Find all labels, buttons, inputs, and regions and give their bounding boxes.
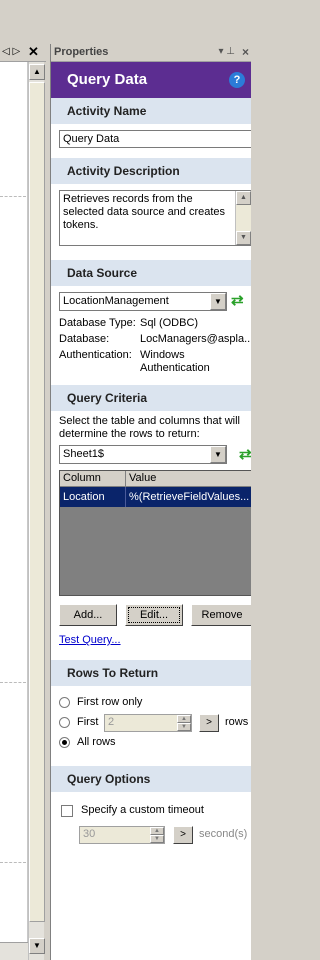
authentication-row: Authentication: Windows Authentication xyxy=(59,349,251,375)
section-query-criteria: Query Criteria xyxy=(51,385,251,411)
database-value: LocManagers@aspla... xyxy=(140,333,251,345)
editor-horizontal-scrollbar[interactable] xyxy=(0,942,28,960)
section-activity-description: Activity Description xyxy=(51,158,251,184)
query-instruction: Select the table and columns that will d… xyxy=(59,415,240,440)
add-button[interactable]: Add... xyxy=(59,604,117,626)
description-text: Retrieves records from the selected data… xyxy=(63,193,226,231)
section-heading: Query Options xyxy=(67,772,151,786)
test-query-link[interactable]: Test Query... xyxy=(59,634,121,646)
panel-close-icon[interactable]: × xyxy=(242,45,249,59)
section-rows-to-return: Rows To Return xyxy=(51,660,251,686)
custom-timeout-option[interactable]: Specify a custom timeout xyxy=(59,802,251,822)
tab-nav-arrows-icon[interactable]: ◁ ▷ xyxy=(2,46,20,57)
grid-header: Column Value xyxy=(60,471,251,487)
section-heading: Activity Name xyxy=(67,104,147,118)
timeout-stepper[interactable]: 30 ▲ ▼ xyxy=(79,826,165,844)
section-heading: Rows To Return xyxy=(67,666,159,680)
section-data-source: Data Source xyxy=(51,260,251,286)
all-rows-option[interactable]: All rows xyxy=(59,734,251,754)
activity-title: Query Data xyxy=(67,71,148,88)
edit-button[interactable]: Edit... xyxy=(125,604,183,626)
refresh-icon[interactable]: ⇄ xyxy=(231,291,244,309)
data-source-value: LocationManagement xyxy=(63,295,169,307)
properties-panel: Properties ▾ ⊥ × Query Data ? Activity N… xyxy=(50,44,251,960)
data-source-select[interactable]: LocationManagement ▼ xyxy=(59,292,227,311)
section-heading: Data Source xyxy=(67,266,138,280)
stepper-down-icon[interactable]: ▼ xyxy=(150,835,164,843)
custom-timeout-label: Specify a custom timeout xyxy=(81,804,204,816)
row-value-cell: %(RetrieveFieldValues... xyxy=(129,491,250,503)
timeout-value: 30 xyxy=(83,828,96,840)
value-header[interactable]: Value xyxy=(126,471,251,486)
first-n-label: First xyxy=(77,716,99,728)
first-n-stepper[interactable]: 2 ▲ ▼ xyxy=(104,714,192,732)
editor-canvas[interactable] xyxy=(0,62,28,942)
db-type-label: Database Type: xyxy=(59,317,136,329)
timeout-suffix: second(s) xyxy=(199,828,248,840)
column-header[interactable]: Column xyxy=(60,471,126,486)
first-row-only-option[interactable]: First row only xyxy=(59,694,251,714)
first-row-only-radio[interactable] xyxy=(59,697,70,708)
description-scrollbar[interactable]: ▲ ▼ xyxy=(235,191,251,245)
scroll-down-icon[interactable]: ▼ xyxy=(29,938,45,954)
scroll-up-icon[interactable]: ▲ xyxy=(29,64,45,80)
editor-edge: ◁ ▷ ✕ ▲ ▼ xyxy=(0,0,46,960)
activity-header: Query Data ? xyxy=(51,62,251,98)
panel-title: Properties xyxy=(54,46,109,58)
table-select[interactable]: Sheet1$ ▼ xyxy=(59,445,227,464)
first-n-value: 2 xyxy=(108,716,115,728)
authentication-value: Windows Authentication xyxy=(140,349,210,374)
row-column-cell: Location xyxy=(60,487,126,507)
scroll-thumb[interactable] xyxy=(29,82,45,922)
chevron-down-icon[interactable]: ▼ xyxy=(210,446,226,463)
section-activity-name: Activity Name xyxy=(51,98,251,124)
remove-button[interactable]: Remove xyxy=(191,604,251,626)
section-query-options: Query Options xyxy=(51,766,251,792)
help-icon[interactable]: ? xyxy=(229,72,245,88)
expression-button[interactable]: > xyxy=(173,826,193,844)
chevron-down-icon[interactable]: ▼ xyxy=(210,293,226,310)
activity-name-input[interactable]: Query Data xyxy=(59,130,251,148)
editor-vertical-scrollbar[interactable]: ▲ ▼ xyxy=(28,62,45,960)
section-heading: Activity Description xyxy=(67,164,180,178)
activity-description-textarea[interactable]: Retrieves records from the selected data… xyxy=(59,190,251,246)
refresh-icon[interactable]: ⇄ xyxy=(239,445,251,463)
table-row[interactable]: Location %(RetrieveFieldValues... xyxy=(60,487,251,507)
section-heading: Query Criteria xyxy=(67,391,148,405)
database-label: Database: xyxy=(59,333,110,345)
divider xyxy=(0,862,26,863)
first-n-radio[interactable] xyxy=(59,717,70,728)
custom-timeout-checkbox[interactable] xyxy=(61,805,73,817)
authentication-label: Authentication: xyxy=(59,349,132,361)
scroll-up-icon[interactable]: ▲ xyxy=(236,191,251,205)
editor-close-icon[interactable]: ✕ xyxy=(28,44,39,60)
expression-button[interactable]: > xyxy=(199,714,219,732)
stepper-up-icon[interactable]: ▲ xyxy=(150,827,164,835)
properties-titlebar: Properties ▾ ⊥ × xyxy=(51,44,251,62)
db-type-value: Sql (ODBC) xyxy=(140,317,199,329)
db-type-row: Database Type: Sql (ODBC) xyxy=(59,317,251,329)
divider xyxy=(0,196,26,197)
database-row: Database: LocManagers@aspla... xyxy=(59,333,251,345)
table-value: Sheet1$ xyxy=(63,448,104,460)
all-rows-radio[interactable] xyxy=(59,737,70,748)
divider xyxy=(0,682,26,683)
all-rows-label: All rows xyxy=(77,736,116,748)
scroll-down-icon[interactable]: ▼ xyxy=(236,231,251,245)
rows-suffix: rows xyxy=(225,716,249,728)
stepper-down-icon[interactable]: ▼ xyxy=(177,723,191,731)
criteria-grid[interactable]: Column Value Location %(RetrieveFieldVal… xyxy=(59,470,251,596)
timeout-row: 30 ▲ ▼ > second(s) xyxy=(59,826,251,846)
first-n-option[interactable]: First 2 ▲ ▼ > rows xyxy=(59,714,251,734)
first-row-only-label: First row only xyxy=(77,696,143,708)
stepper-up-icon[interactable]: ▲ xyxy=(177,715,191,723)
pin-icon[interactable]: ▾ ⊥ xyxy=(218,46,235,57)
